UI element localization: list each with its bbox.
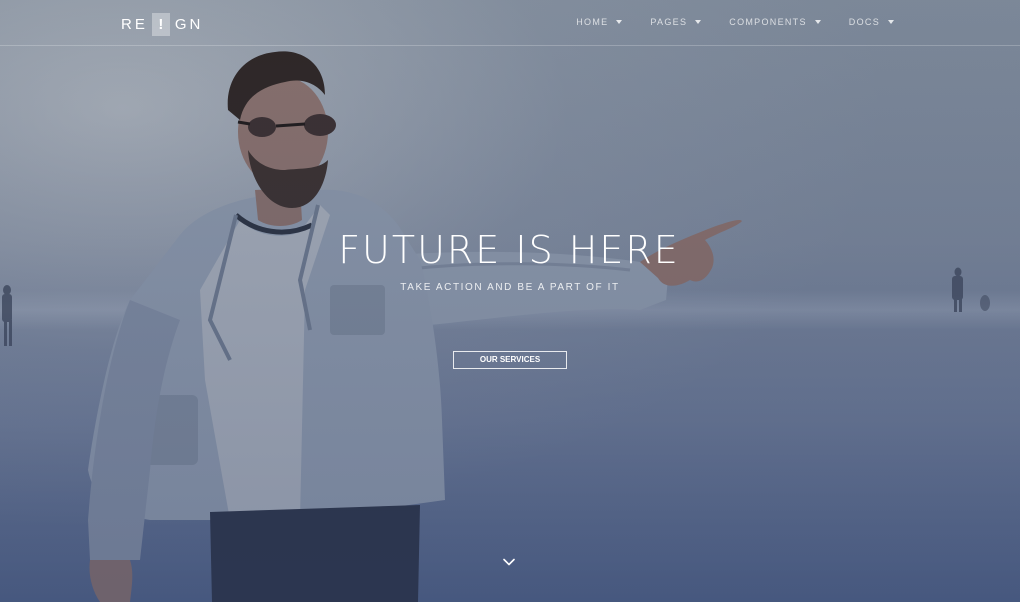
- caret-down-icon: [814, 20, 821, 24]
- nav-menu: HOME PAGES COMPONENTS DOCS: [548, 17, 894, 27]
- caret-down-icon: [616, 20, 623, 24]
- nav-item-components[interactable]: COMPONENTS: [729, 17, 821, 27]
- our-services-button[interactable]: OUR SERVICES: [453, 351, 567, 369]
- top-navbar: RE ! GN HOME PAGES COMPONENTS DOCS: [0, 0, 1020, 46]
- nav-item-label: HOME: [576, 17, 609, 27]
- nav-item-label: DOCS: [848, 17, 880, 27]
- nav-item-docs[interactable]: DOCS: [849, 17, 894, 27]
- caret-down-icon: [888, 20, 894, 24]
- brand-logo[interactable]: RE ! GN: [121, 12, 204, 36]
- nav-item-label: PAGES: [650, 17, 688, 27]
- nav-item-pages[interactable]: PAGES: [650, 17, 702, 27]
- chevron-down-icon[interactable]: [502, 555, 516, 569]
- hero-subtitle: TAKE ACTION AND BE A PART OF IT: [400, 282, 620, 293]
- logo-text-left: RE: [121, 15, 148, 33]
- nav-item-label: COMPONENTS: [729, 17, 807, 27]
- logo-text-right: GN: [174, 15, 204, 33]
- hero-section: RE ! GN HOME PAGES COMPONENTS DOCS FUTUR: [0, 0, 1020, 602]
- logo-mark: !: [151, 12, 170, 36]
- hero-title: FUTURE IS HERE: [338, 228, 680, 272]
- caret-down-icon: [695, 20, 702, 24]
- nav-item-home[interactable]: HOME: [576, 17, 623, 27]
- hero-color-overlay: [0, 0, 1020, 602]
